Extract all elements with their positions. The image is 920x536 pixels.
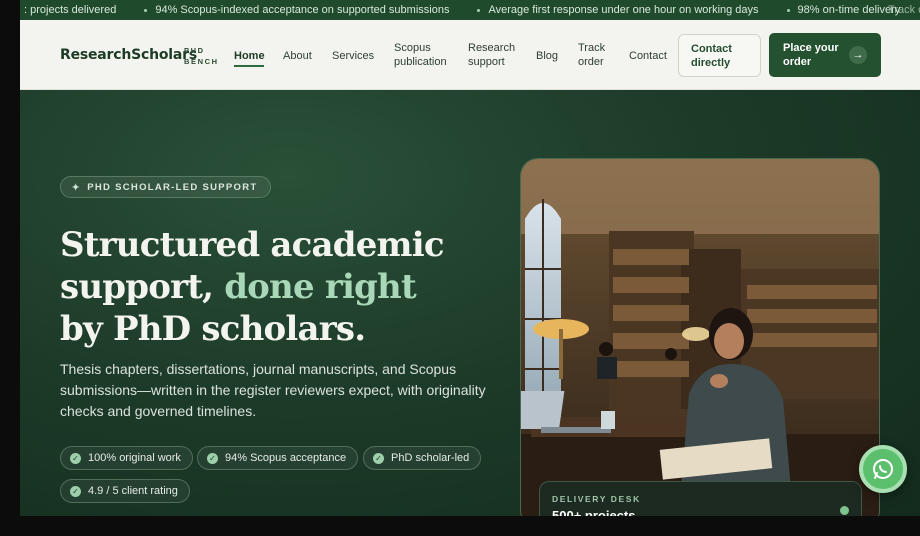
- check-circle-icon: ✓: [70, 452, 81, 464]
- ticker-text: : projects delivered: [24, 4, 117, 16]
- hero-section: ✦ PHD SCHOLAR-LED SUPPORT Structured aca…: [20, 90, 920, 516]
- headline-line: Structured academic: [60, 225, 445, 265]
- nav-active-underline: [234, 65, 264, 67]
- pill-label: PhD scholar-led: [391, 452, 470, 464]
- hero-lead-paragraph: Thesis chapters, dissertations, journal …: [60, 361, 486, 419]
- ticker-text: 94% Scopus-indexed acceptance on support…: [155, 4, 450, 16]
- hero-badge: ✦ PHD SCHOLAR-LED SUPPORT: [60, 176, 271, 198]
- ticker-text: 98% on-time delivery: [797, 4, 901, 16]
- nav-scopus-publication[interactable]: Scopus publication: [394, 41, 447, 69]
- library-illustration: [521, 159, 879, 516]
- ticker-item: : projects delivered: [24, 0, 116, 20]
- hero-headline: Structured academic support, done right …: [60, 224, 500, 350]
- ticker-dot-icon: [786, 8, 790, 12]
- pill-label: 4.9 / 5 client rating: [88, 485, 178, 497]
- place-order-button[interactable]: Place your order →: [769, 33, 881, 77]
- button-label: Contact: [691, 43, 732, 55]
- nav-label: publication: [394, 56, 447, 68]
- headline-accent: done right: [224, 267, 416, 307]
- contact-directly-button[interactable]: Contact directly: [678, 34, 761, 77]
- arrow-right-icon: →: [849, 46, 867, 64]
- logo-tag-line: BENCH: [184, 57, 219, 66]
- hero-photo-library: [520, 158, 880, 516]
- pill-label: 100% original work: [88, 452, 181, 464]
- desk-card-label: DELIVERY DESK: [552, 494, 641, 504]
- ticker-track: : projects delivered 94% Scopus-indexed …: [24, 0, 900, 20]
- ticker-item: Average first response under one hour on…: [449, 0, 759, 20]
- site-header: ResearchScholars PHD BENCH Home About Se…: [20, 20, 920, 90]
- feature-pill: ✓ 94% Scopus acceptance: [197, 446, 359, 470]
- nav-label: Scopus: [394, 42, 431, 54]
- check-circle-icon: ✓: [70, 485, 81, 497]
- pill-label: 94% Scopus acceptance: [225, 452, 347, 464]
- headline-text: support,: [60, 267, 225, 307]
- nav-label: Track: [578, 42, 606, 54]
- nav-research-support[interactable]: Research support: [468, 41, 515, 69]
- logo-tagline: PHD BENCH: [184, 45, 219, 67]
- nav-services[interactable]: Services: [332, 49, 374, 63]
- bottom-letterbox: [0, 516, 920, 536]
- nav-label: support: [468, 56, 505, 68]
- headline-line: by PhD scholars.: [60, 309, 366, 349]
- nav-label: Research: [468, 42, 516, 54]
- delivery-desk-card: DELIVERY DESK 500+ projects: [539, 481, 862, 516]
- whatsapp-chat-button[interactable]: [859, 445, 907, 493]
- ticker-item: 94% Scopus-indexed acceptance on support…: [116, 0, 449, 20]
- whatsapp-icon: [873, 459, 893, 479]
- nav-contact[interactable]: Contact: [629, 49, 667, 63]
- headline-line: support, done right: [60, 266, 500, 308]
- sparkle-icon: ✦: [71, 181, 81, 194]
- nav-home[interactable]: Home: [234, 49, 265, 63]
- check-circle-icon: ✓: [373, 452, 384, 464]
- desk-card-value: 500+ projects: [552, 508, 636, 516]
- status-dot-icon: [840, 506, 849, 515]
- ticker-item: 98% on-time delivery: [759, 0, 901, 20]
- ticker-track-order-overlay: Track order: [888, 4, 920, 16]
- announcement-ticker: : projects delivered 94% Scopus-indexed …: [20, 0, 920, 20]
- ticker-dot-icon: [144, 8, 148, 12]
- check-circle-icon: ✓: [207, 452, 218, 464]
- ticker-dot-icon: [477, 8, 481, 12]
- button-label: directly: [691, 57, 731, 69]
- nav-track-order[interactable]: Track order: [578, 41, 605, 69]
- feature-pill: ✓ 100% original work: [60, 446, 193, 470]
- feature-pill: ✓ 4.9 / 5 client rating: [60, 479, 190, 503]
- feature-pill: ✓ PhD scholar-led: [363, 446, 482, 470]
- nav-about[interactable]: About: [283, 49, 312, 63]
- ticker-text: Average first response under one hour on…: [488, 4, 759, 16]
- nav-label: order: [578, 56, 604, 68]
- nav-blog[interactable]: Blog: [536, 49, 558, 63]
- badge-label: PHD SCHOLAR-LED SUPPORT: [87, 181, 258, 193]
- logo-tag-line: PHD: [184, 46, 205, 55]
- site-logo[interactable]: ResearchScholars: [60, 47, 197, 63]
